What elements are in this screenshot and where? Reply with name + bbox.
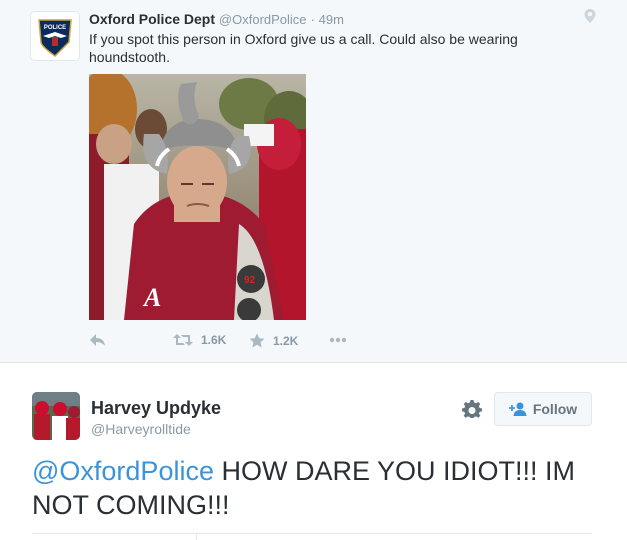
gear-icon[interactable]: [462, 400, 482, 420]
oxford-police-avatar[interactable]: POLICE: [30, 11, 80, 61]
reply-button[interactable]: [89, 333, 106, 347]
main-author-name[interactable]: Harvey Updyke: [91, 398, 221, 419]
svg-text:92: 92: [244, 275, 256, 286]
embedded-author-name[interactable]: Oxford Police Dept: [89, 11, 215, 27]
divider: [32, 533, 592, 534]
reply-icon: [90, 334, 105, 346]
retweet-button[interactable]: 1.6K: [173, 333, 226, 347]
embedded-tweet-header: Oxford Police Dept @OxfordPolice · 49m: [89, 11, 344, 27]
main-author-handle[interactable]: @Harveyrolltide: [91, 421, 191, 437]
retweet-count: 1.6K: [201, 333, 227, 347]
embedded-tweet[interactable]: POLICE Oxford Police Dept @OxfordPolice …: [0, 0, 627, 363]
photo-icon: 92 A: [89, 74, 306, 320]
retweet-icon: [173, 334, 193, 346]
follow-label: Follow: [532, 401, 578, 417]
favorite-count: 1.2K: [273, 333, 299, 348]
main-tweet-text: @OxfordPolice HOW DARE YOU IDIOT!!! IM N…: [32, 454, 602, 522]
mention-link[interactable]: @OxfordPolice: [32, 456, 214, 486]
embedded-author-handle[interactable]: @OxfordPolice: [219, 12, 307, 27]
star-icon: [249, 333, 265, 348]
add-user-icon: [508, 402, 527, 416]
divider-vertical: [196, 533, 197, 540]
embedded-tweet-time[interactable]: 49m: [319, 12, 344, 27]
follow-button[interactable]: Follow: [494, 392, 592, 426]
police-badge-text: POLICE: [44, 25, 66, 31]
more-dots-icon: [329, 337, 347, 343]
favorite-button[interactable]: 1.2K: [249, 333, 298, 348]
location-pin-icon[interactable]: [583, 8, 597, 24]
embedded-tweet-text: If you spot this person in Oxford give u…: [89, 31, 518, 65]
embedded-tweet-photo[interactable]: 92 A: [89, 74, 306, 320]
more-button[interactable]: [329, 337, 347, 343]
harvey-avatar[interactable]: [32, 392, 80, 440]
header-separator: ·: [310, 12, 315, 27]
svg-text:A: A: [142, 283, 161, 312]
